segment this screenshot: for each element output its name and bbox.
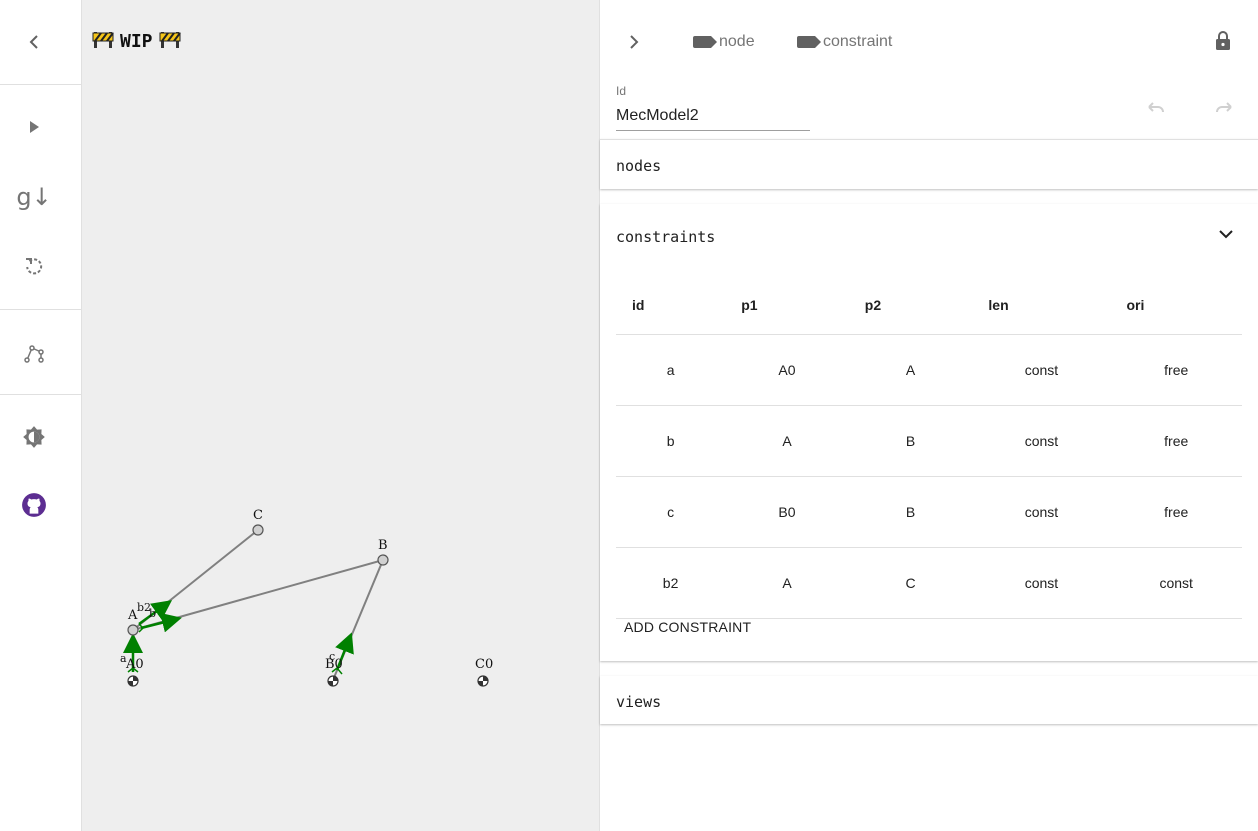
cell-p1: A0 xyxy=(725,334,849,406)
cell-p1: A xyxy=(725,547,849,619)
play-icon xyxy=(22,115,46,139)
table-row[interactable]: b2 A C const const xyxy=(616,547,1242,619)
node-label-B: B xyxy=(378,538,388,553)
chevron-down-icon xyxy=(1214,230,1238,250)
collapse-section-button[interactable] xyxy=(1214,222,1238,251)
node-A xyxy=(127,624,139,636)
model-canvas[interactable]: WIP C B A A0 B0 C0 a b2 b c xyxy=(82,0,600,831)
node-label-C0: C0 xyxy=(475,657,493,672)
add-node-chip[interactable]: node xyxy=(693,30,755,54)
column-header-p1: p1 xyxy=(725,276,849,335)
table-header-row: id p1 p2 len ori xyxy=(616,276,1242,335)
cell-id: b xyxy=(616,405,726,477)
add-constraint-button[interactable]: ADD CONSTRAINT xyxy=(616,612,759,642)
toolbar-divider xyxy=(0,84,81,85)
table-row[interactable]: c B0 B const free xyxy=(616,476,1242,548)
column-header-p2: p2 xyxy=(848,276,973,335)
linkage-drawing: C B A A0 B0 C0 a b2 b c xyxy=(120,508,493,687)
cell-ori: const xyxy=(1110,547,1242,619)
cell-len: const xyxy=(972,547,1111,619)
redo-icon xyxy=(1212,96,1236,125)
constraint-label-a: a xyxy=(120,652,127,665)
panel-expand-button[interactable] xyxy=(614,22,654,62)
views-section[interactable]: views xyxy=(600,676,1258,724)
table-row[interactable]: b A B const free xyxy=(616,405,1242,477)
linkage-icon xyxy=(22,341,46,365)
toolbar-divider xyxy=(0,394,81,395)
node-label-A0: A0 xyxy=(125,657,144,672)
cell-id: c xyxy=(616,476,726,548)
cell-p2: C xyxy=(848,547,973,619)
add-constraint-chip[interactable]: constraint xyxy=(797,30,892,54)
base-node-B0 xyxy=(327,675,339,687)
redo-button[interactable] xyxy=(1210,98,1238,122)
nodes-section-title: nodes xyxy=(616,157,662,175)
id-field-label: Id xyxy=(616,84,627,98)
table-row[interactable]: a A0 A const free xyxy=(616,334,1242,406)
gravity-button[interactable]: g↓ xyxy=(14,177,54,217)
github-icon xyxy=(21,492,47,518)
constraints-table: id p1 p2 len ori a A0 A const free b A B… xyxy=(616,276,1242,619)
cell-id: b2 xyxy=(616,547,726,619)
cell-p1: A xyxy=(725,405,849,477)
node-label-C: C xyxy=(253,508,263,523)
lock-button[interactable] xyxy=(1203,21,1243,61)
tag-icon xyxy=(693,36,717,48)
properties-panel: node constraint Id nodes constraints xyxy=(600,0,1258,831)
cell-p2: B xyxy=(848,405,973,477)
cell-ori: free xyxy=(1110,476,1242,548)
cell-ori: free xyxy=(1110,334,1242,406)
constraint-label-c: c xyxy=(329,650,335,663)
undo-button[interactable] xyxy=(1142,98,1170,122)
github-link[interactable] xyxy=(14,485,54,525)
column-header-id: id xyxy=(616,276,726,335)
lock-icon xyxy=(1211,29,1235,53)
node-B xyxy=(377,554,389,566)
tag-icon xyxy=(797,36,821,48)
chip-label-node: node xyxy=(719,33,755,50)
reset-button[interactable] xyxy=(14,246,54,286)
constraint-label-b: b xyxy=(149,607,156,620)
undo-icon xyxy=(1144,96,1168,125)
cell-p1: B0 xyxy=(725,476,849,548)
views-section-title: views xyxy=(616,693,662,711)
chip-label-constraint: constraint xyxy=(823,33,893,50)
cell-p2: B xyxy=(848,476,973,548)
cell-len: const xyxy=(972,334,1111,406)
rotate-icon xyxy=(22,254,46,278)
node-C xyxy=(252,524,264,536)
model-id-input[interactable] xyxy=(616,102,810,131)
base-node-A0 xyxy=(127,675,139,687)
cell-p2: A xyxy=(848,334,973,406)
constraints-section-title: constraints xyxy=(616,228,716,246)
cell-len: const xyxy=(972,476,1111,548)
collapse-button[interactable] xyxy=(14,22,54,62)
left-toolbar: g↓ xyxy=(0,0,82,831)
base-node-C0 xyxy=(477,675,489,687)
cell-ori: free xyxy=(1110,405,1242,477)
cell-id: a xyxy=(616,334,726,406)
toolbar-divider xyxy=(0,309,81,310)
run-button[interactable] xyxy=(14,107,54,147)
gravity-icon: g↓ xyxy=(16,183,52,211)
linkage-button[interactable] xyxy=(14,333,54,373)
chevron-left-icon xyxy=(22,30,46,54)
cell-len: const xyxy=(972,405,1111,477)
column-header-ori: ori xyxy=(1110,276,1242,335)
theme-button[interactable] xyxy=(14,417,54,457)
nodes-section[interactable]: nodes xyxy=(600,139,1258,189)
chevron-right-icon xyxy=(622,30,646,54)
column-header-len: len xyxy=(972,276,1111,335)
brightness-icon xyxy=(21,424,47,450)
